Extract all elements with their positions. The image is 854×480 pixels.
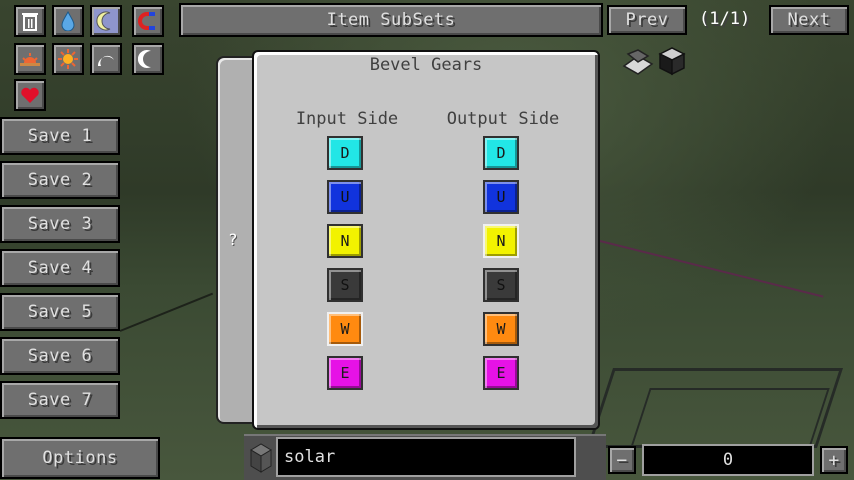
output-side-d-button[interactable]: D <box>483 136 519 170</box>
amount-plus-button[interactable]: + <box>820 446 848 474</box>
save-button-4[interactable]: Save 4 <box>0 249 120 287</box>
save-button-5[interactable]: Save 5 <box>0 293 120 331</box>
input-side-label: Input Side <box>295 109 399 129</box>
output-side-s-button[interactable]: S <box>483 268 519 302</box>
save-button-1[interactable]: Save 1 <box>0 117 120 155</box>
sunrise-icon[interactable] <box>14 43 46 75</box>
trash-icon[interactable] <box>14 5 46 37</box>
output-side-e-button[interactable]: E <box>483 356 519 390</box>
prev-button[interactable]: Prev <box>607 5 687 35</box>
page-indicator: (1/1) <box>699 9 751 29</box>
options-button[interactable]: Options <box>0 437 160 479</box>
amount-input[interactable] <box>642 444 814 476</box>
search-mode-icon[interactable] <box>248 440 274 476</box>
output-side-n-button[interactable]: N <box>483 224 519 258</box>
redstone-line <box>599 240 824 298</box>
panel-title: Bevel Gears <box>369 55 483 75</box>
output-side-w-button[interactable]: W <box>483 312 519 346</box>
fence-frame-inner <box>630 388 830 448</box>
save-button-7[interactable]: Save 7 <box>0 381 120 419</box>
save-button-6[interactable]: Save 6 <box>0 337 120 375</box>
input-side-u-button[interactable]: U <box>327 180 363 214</box>
help-tab-label: ? <box>228 230 238 249</box>
machine-block-icon <box>658 47 686 76</box>
input-side-w-button[interactable]: W <box>327 312 363 346</box>
magnet-icon[interactable] <box>132 5 164 37</box>
save-button-2[interactable]: Save 2 <box>0 161 120 199</box>
heart-icon[interactable] <box>14 79 46 111</box>
output-side-u-button[interactable]: U <box>483 180 519 214</box>
search-input[interactable] <box>276 437 576 477</box>
bevel-gears-panel <box>252 50 600 430</box>
sun-icon[interactable] <box>52 43 84 75</box>
input-side-s-button[interactable]: S <box>327 268 363 302</box>
setting-moon-icon[interactable] <box>90 43 122 75</box>
solar-panel-icon <box>622 49 654 75</box>
input-side-e-button[interactable]: E <box>327 356 363 390</box>
block-preview-icons <box>622 47 686 76</box>
next-button[interactable]: Next <box>769 5 849 35</box>
crescent-moon-icon[interactable] <box>90 5 122 37</box>
water-drop-icon[interactable] <box>52 5 84 37</box>
item-subsets-button[interactable]: Item SubSets <box>179 3 603 37</box>
output-side-label: Output Side <box>446 109 560 129</box>
save-button-3[interactable]: Save 3 <box>0 205 120 243</box>
input-side-n-button[interactable]: N <box>327 224 363 258</box>
moon-icon[interactable] <box>132 43 164 75</box>
input-side-d-button[interactable]: D <box>327 136 363 170</box>
dark-line <box>119 292 214 332</box>
amount-minus-button[interactable]: − <box>608 446 636 474</box>
